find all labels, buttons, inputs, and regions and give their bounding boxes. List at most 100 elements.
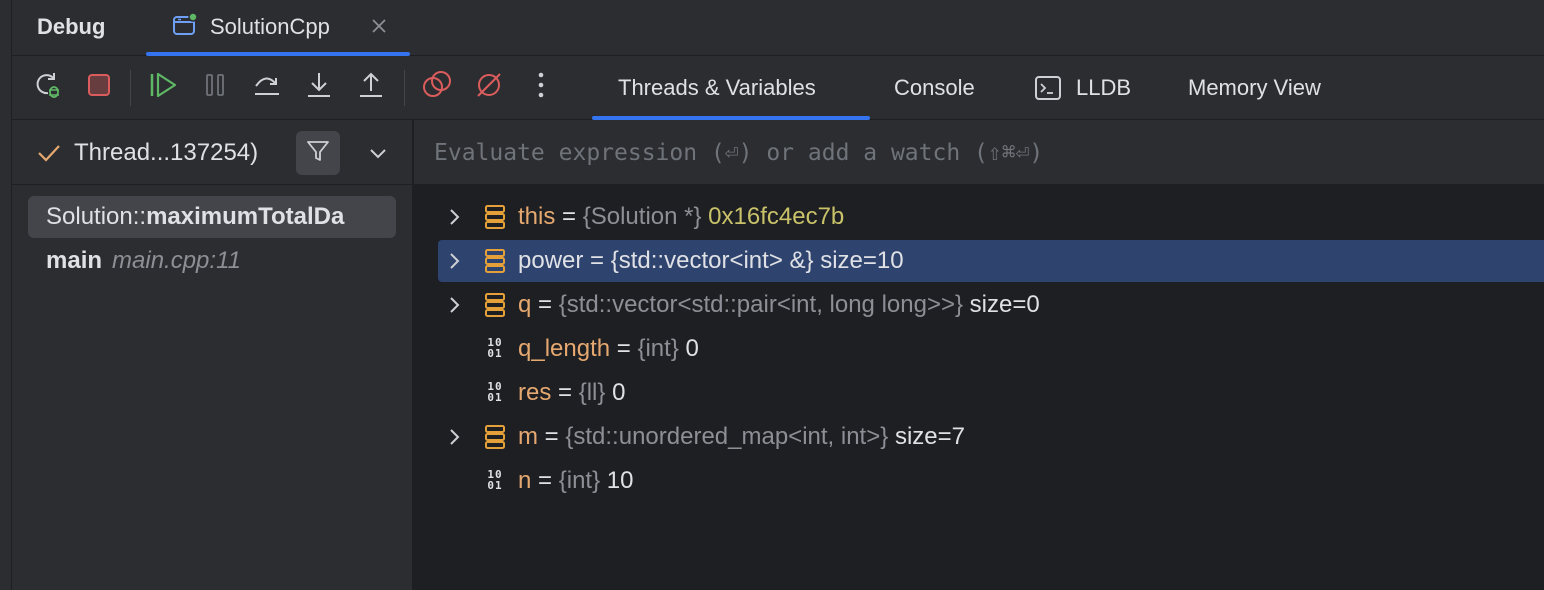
tab-label: Console [894,75,975,100]
frame-function: main [46,247,103,274]
frame-location: main.cpp:11 [112,247,241,274]
mute-breakpoints-button[interactable] [472,70,506,104]
left-tool-strip [0,0,12,590]
step-into-button[interactable] [302,70,336,104]
tab-label: Memory View [1188,75,1321,100]
debug-header: Debug SolutionCpp [12,0,1544,56]
variable-text: this = {Solution *} 0x16fc4ec7b [518,203,844,231]
step-into-icon [304,70,334,105]
chevron-down-icon[interactable] [366,141,390,165]
variable-type: {Solution *} [582,203,702,230]
variable-row[interactable]: this = {Solution *} 0x16fc4ec7b [438,196,1544,238]
variables-panel: this = {Solution *} 0x16fc4ec7b power = {… [414,120,1544,590]
variable-value: 0x16fc4ec7b [708,203,845,230]
rerun-debug-button[interactable] [30,70,64,104]
equals-sign: = [610,335,638,362]
toolbar-separator [404,70,405,106]
step-out-button[interactable] [354,70,388,104]
tab-threads-variables[interactable]: Threads & Variables [592,56,870,120]
tool-window-title: Debug [37,14,106,39]
frame-item[interactable]: Solution:: maximumTotalDa [28,196,396,238]
equals-sign: = [531,291,559,318]
variable-text: m = {std::unordered_map<int, int>} size=… [518,423,965,451]
stop-button[interactable] [82,70,116,104]
rerun-debug-icon [32,70,62,105]
frame-class: Solution:: [46,203,147,230]
tab-label: LLDB [1076,75,1132,100]
variable-value: size=7 [894,423,965,450]
primitive-value-icon: 10 01 [487,336,503,360]
view-breakpoints-button[interactable] [420,70,454,104]
mute-breakpoints-icon [474,70,504,105]
variable-name: res [518,379,552,406]
variable-row[interactable]: 10 01 q_length = {int} 0 [438,328,1544,370]
tab-label: SolutionCpp [210,14,330,39]
variable-value: size=0 [969,291,1040,318]
tab-console[interactable]: Console [894,56,975,120]
equals-sign: = [551,379,579,406]
check-icon [36,140,62,166]
variable-row[interactable]: q = {std::vector<std::pair<int, long lon… [438,284,1544,326]
variable-type: {std::vector<int> &} [610,247,814,274]
more-options-button[interactable] [524,70,558,104]
variable-text: n = {int} 10 [518,467,633,495]
variable-row[interactable]: 10 01 res = {ll} 0 [438,372,1544,414]
variable-value: 0 [612,379,626,406]
step-out-icon [356,70,386,105]
variable-name: q [518,291,532,318]
variable-text: q_length = {int} 0 [518,335,699,363]
variable-name: m [518,423,538,450]
pause-icon [201,71,229,104]
equals-sign: = [538,423,566,450]
tab-memory-view[interactable]: Memory View [1188,56,1321,120]
variable-row[interactable]: 10 01 n = {int} 10 [438,460,1544,502]
thread-label: Thread...137254) [74,139,259,166]
chevron-right-icon[interactable] [442,425,466,449]
variable-value: 0 [685,335,699,362]
view-breakpoints-icon [421,70,453,105]
variable-type: {ll} [578,379,606,406]
chevron-right-icon[interactable] [442,205,466,229]
variable-type: {int} [637,335,679,362]
thread-selector[interactable]: Thread...137254) [12,120,413,185]
debug-toolbar: Threads & Variables Console LLDB Memory … [12,56,1544,120]
frame-function: maximumTotalDa [146,203,345,230]
variable-text: q = {std::vector<std::pair<int, long lon… [518,291,1040,319]
chevron-right-icon[interactable] [442,249,466,273]
variable-text: res = {ll} 0 [518,379,625,407]
variable-name: power [518,247,584,274]
resume-button[interactable] [146,70,180,104]
variable-type: {int} [558,467,601,494]
tab-solutioncpp[interactable]: SolutionCpp [146,0,410,56]
variable-type: {std::unordered_map<int, int>} [565,423,889,450]
step-over-button[interactable] [250,70,284,104]
variable-row[interactable]: power = {std::vector<int> &} size=10 [438,240,1544,282]
frame-item[interactable]: main main.cpp:11 [28,240,396,282]
terminal-icon [1034,75,1062,101]
variable-type: {std::vector<std::pair<int, long long>>} [558,291,963,318]
filter-button[interactable] [296,131,340,175]
variable-row[interactable]: m = {std::unordered_map<int, int>} size=… [438,416,1544,458]
pause-button[interactable] [198,70,232,104]
resume-icon [147,70,179,105]
more-vertical-icon [536,70,546,105]
struct-icon [482,248,508,274]
frames-panel: Thread...137254) Solution:: maximumTotalD… [12,120,413,590]
primitive-value-icon: 10 01 [487,468,503,492]
chevron-right-icon[interactable] [442,293,466,317]
struct-icon [482,424,508,450]
close-icon[interactable] [368,15,390,37]
struct-icon [482,292,508,318]
struct-icon [482,204,508,230]
variable-name: n [518,467,532,494]
tab-lldb[interactable]: LLDB [1034,56,1131,120]
variable-name: this [518,203,556,230]
run-configuration-icon [172,12,198,38]
toolbar-separator [130,70,131,106]
variable-value: size=10 [820,247,904,274]
tab-label: Threads & Variables [618,75,816,100]
evaluate-expression-input[interactable] [434,134,1524,172]
